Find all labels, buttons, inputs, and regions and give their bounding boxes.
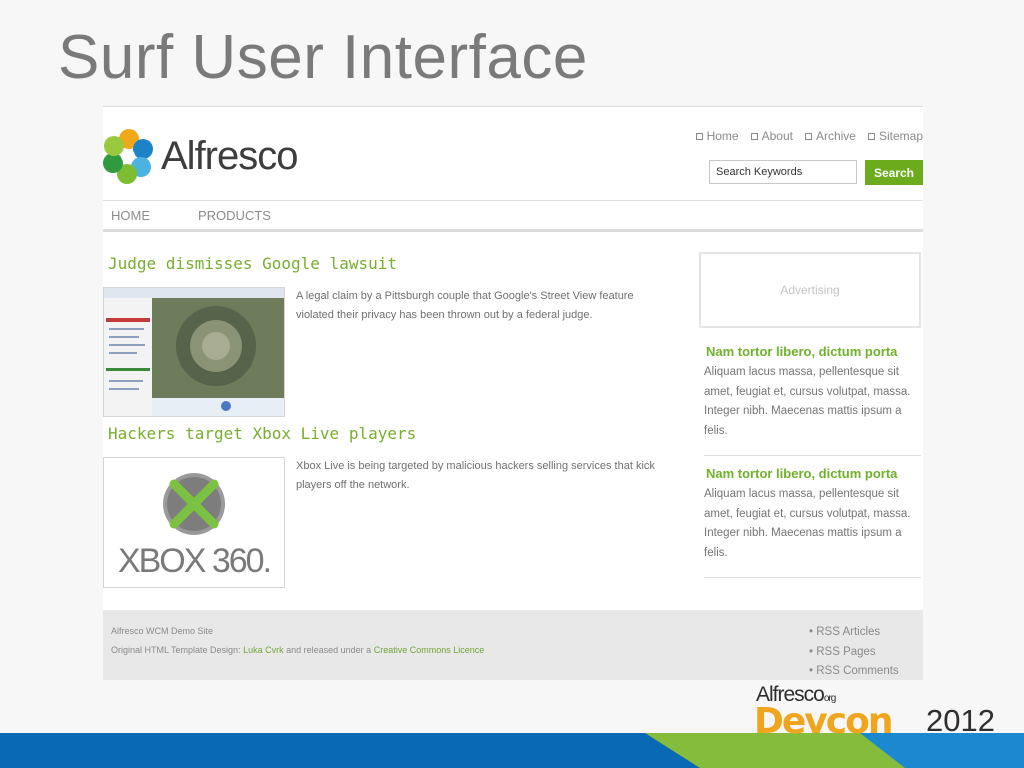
- devcon-wordmark: Devcon: [754, 701, 893, 742]
- article-title-google[interactable]: Judge dismisses Google lawsuit: [108, 254, 397, 273]
- map-screenshot-image: [104, 288, 284, 416]
- top-nav-archive[interactable]: Archive: [804, 129, 856, 143]
- bullet-icon: [804, 132, 812, 140]
- sidebar-divider: [704, 455, 921, 456]
- footer-credit: Original HTML Template Design: Luka Cvrk…: [111, 645, 485, 655]
- sidebar-item-title[interactable]: Nam tortor libero, dictum porta: [706, 344, 897, 359]
- search-button[interactable]: Search: [865, 160, 923, 185]
- rss-pages-link[interactable]: RSS Pages: [809, 643, 899, 663]
- logo-text: Alfresco: [161, 133, 298, 178]
- article-title-xbox[interactable]: Hackers target Xbox Live players: [108, 424, 416, 443]
- nav-products[interactable]: PRODUCTS: [198, 208, 271, 223]
- bullet-icon: [695, 132, 703, 140]
- devcon-logo: Alfrescoorg Devcon 2012: [754, 683, 1004, 742]
- main-nav: HOME PRODUCTS: [103, 200, 923, 232]
- sidebar-item-text: Aliquam lacus massa, pellentesque sit am…: [704, 488, 911, 559]
- article-summary-google: A legal claim by a Pittsburgh couple tha…: [296, 290, 634, 321]
- article-thumbnail-xbox[interactable]: XBOX 360.: [103, 457, 285, 588]
- devcon-year: 2012: [926, 703, 995, 738]
- author-link[interactable]: Luka Cvrk: [243, 645, 284, 655]
- rss-articles-link[interactable]: RSS Articles: [809, 623, 899, 643]
- rss-links: RSS Articles RSS Pages RSS Comments: [809, 623, 899, 682]
- website-screenshot: Alfresco Home About Archive Sitemap Sear…: [103, 106, 923, 680]
- alfresco-flower-icon: [103, 129, 153, 184]
- article-thumbnail-map[interactable]: [103, 287, 285, 417]
- top-nav-home[interactable]: Home: [695, 129, 739, 143]
- license-link[interactable]: Creative Commons Licence: [374, 645, 485, 655]
- xbox-thumb-label: XBOX 360.: [118, 542, 270, 580]
- site-footer: Alfresco WCM Demo Site Original HTML Tem…: [103, 610, 923, 680]
- sidebar-item-title[interactable]: Nam tortor libero, dictum porta: [706, 466, 897, 481]
- slide-title: Surf User Interface: [58, 23, 588, 92]
- bullet-icon: [867, 132, 875, 140]
- advertising-box[interactable]: Advertising: [699, 252, 921, 328]
- top-nav-about[interactable]: About: [750, 129, 793, 143]
- rss-comments-link[interactable]: RSS Comments: [809, 662, 898, 682]
- footer-site-name: Alfresco WCM Demo Site: [111, 626, 214, 636]
- sidebar-item-text: Aliquam lacus massa, pellentesque sit am…: [704, 366, 911, 437]
- top-nav-sitemap[interactable]: Sitemap: [867, 129, 923, 143]
- alfresco-logo[interactable]: Alfresco: [103, 127, 298, 185]
- search-input[interactable]: [709, 160, 857, 184]
- nav-home[interactable]: HOME: [111, 208, 150, 223]
- sidebar-divider: [704, 577, 921, 578]
- article-summary-xbox: Xbox Live is being targeted by malicious…: [296, 460, 655, 491]
- bullet-icon: [750, 132, 758, 140]
- xbox-logo-image: XBOX 360.: [104, 458, 284, 587]
- top-nav: Home About Archive Sitemap: [695, 129, 923, 143]
